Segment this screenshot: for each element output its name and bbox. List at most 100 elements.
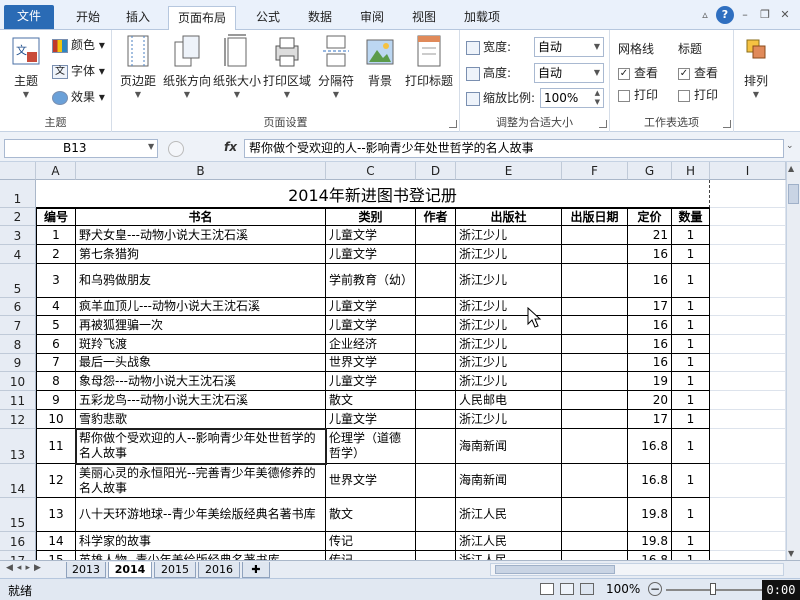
cell-id[interactable]: 4 [36, 298, 76, 316]
cell-publish-date[interactable] [562, 354, 628, 372]
gridlines-print-checkbox[interactable]: 打印 [618, 86, 658, 104]
vertical-scroll-thumb[interactable] [788, 184, 799, 204]
scroll-up-icon[interactable]: ▲ [788, 164, 794, 173]
print-area-button[interactable]: 打印区域 ▼ [262, 34, 312, 99]
cell-quantity[interactable]: 1 [672, 464, 710, 498]
sheet-tab-2015[interactable]: 2015 [154, 562, 196, 578]
page-setup-launcher[interactable] [449, 120, 457, 128]
cell-book-name[interactable]: 和乌鸦做朋友 [76, 264, 326, 298]
cell-empty[interactable] [710, 208, 786, 226]
cell-publish-date[interactable] [562, 264, 628, 298]
expand-formula-icon[interactable]: ⌄ [786, 141, 794, 151]
cell-empty[interactable] [710, 335, 786, 354]
zoom-slider-thumb[interactable] [710, 583, 716, 595]
tab-file[interactable]: 文件 [4, 5, 54, 29]
cell-price[interactable]: 16 [628, 264, 672, 298]
cell-publisher[interactable]: 浙江少儿 [456, 372, 562, 391]
cell-quantity[interactable]: 1 [672, 498, 710, 532]
zoom-level[interactable]: 100% [606, 582, 640, 596]
cell-publisher[interactable]: 浙江少儿 [456, 410, 562, 429]
select-all-corner[interactable] [0, 162, 36, 180]
cell-quantity[interactable]: 1 [672, 391, 710, 410]
cell-price[interactable]: 16 [628, 335, 672, 354]
column-header-g[interactable]: G [628, 162, 672, 180]
cell-publisher[interactable]: 人民邮电 [456, 391, 562, 410]
themes-button[interactable]: 文 主题 ▼ [2, 34, 50, 99]
tab-insert[interactable]: 插入 [116, 6, 160, 30]
print-titles-button[interactable]: 打印标题 [400, 34, 458, 89]
cell-author[interactable] [416, 335, 456, 354]
cell-book-name[interactable]: 八十天环游地球--青少年美绘版经典名著书库 [76, 498, 326, 532]
cell-empty[interactable] [710, 316, 786, 335]
cell-id[interactable]: 2 [36, 245, 76, 264]
scale-stepper[interactable]: 100% ▲ ▼ [540, 88, 604, 108]
cell-empty[interactable] [710, 372, 786, 391]
cell-price[interactable]: 20 [628, 391, 672, 410]
cell-publish-date[interactable] [562, 298, 628, 316]
colors-button[interactable]: 颜色 ▾ [52, 36, 105, 54]
cell-empty[interactable] [710, 354, 786, 372]
width-dropdown[interactable]: 自动 ▼ [534, 37, 604, 57]
sheet-tab-2013[interactable]: 2013 [66, 562, 106, 578]
row-header[interactable]: 3 [0, 226, 36, 245]
row-header[interactable]: 2 [0, 208, 36, 226]
cell-book-name[interactable]: 最后一头战象 [76, 354, 326, 372]
tab-view[interactable]: 视图 [402, 6, 446, 30]
cell-book-name[interactable]: 斑羚飞渡 [76, 335, 326, 354]
cell-price[interactable]: 19.8 [628, 532, 672, 551]
cell-book-name[interactable]: 科学家的故事 [76, 532, 326, 551]
cell-publish-date[interactable] [562, 464, 628, 498]
cell-quantity[interactable]: 1 [672, 245, 710, 264]
cell-empty[interactable] [710, 391, 786, 410]
cell-category[interactable]: 儿童文学 [326, 226, 416, 245]
header-cell[interactable]: 类别 [326, 208, 416, 226]
cell-author[interactable] [416, 226, 456, 245]
page-layout-view-icon[interactable] [560, 583, 574, 595]
cell-quantity[interactable]: 1 [672, 264, 710, 298]
window-minimize-icon[interactable]: – [736, 6, 754, 24]
cell-category[interactable]: 散文 [326, 391, 416, 410]
cell-empty[interactable] [710, 532, 786, 551]
cell-id[interactable]: 15 [36, 551, 76, 560]
cell-publisher[interactable]: 浙江少儿 [456, 226, 562, 245]
cell-author[interactable] [416, 429, 456, 464]
row-header[interactable]: 10 [0, 372, 36, 391]
cell-category[interactable]: 儿童文学 [326, 410, 416, 429]
cell-publish-date[interactable] [562, 532, 628, 551]
cell-category[interactable]: 世界文学 [326, 464, 416, 498]
column-header-f[interactable]: F [562, 162, 628, 180]
column-header-i[interactable]: I [710, 162, 786, 180]
cell-author[interactable] [416, 410, 456, 429]
row-header[interactable]: 8 [0, 335, 36, 354]
tab-formulas[interactable]: 公式 [246, 6, 290, 30]
cell-publisher[interactable]: 浙江少儿 [456, 354, 562, 372]
cell-book-name[interactable]: 英雄人物--青少年美绘版经典名著书库 [76, 551, 326, 560]
cell-category[interactable]: 企业经济 [326, 335, 416, 354]
cell-publisher[interactable]: 浙江少儿 [456, 335, 562, 354]
cell-quantity[interactable]: 1 [672, 532, 710, 551]
cell-id[interactable]: 8 [36, 372, 76, 391]
cell-empty[interactable] [710, 551, 786, 560]
cell-book-name[interactable]: 野犬女皇---动物小说大王沈石溪 [76, 226, 326, 245]
row-header[interactable]: 16 [0, 532, 36, 551]
headings-print-checkbox[interactable]: 打印 [678, 86, 718, 104]
cell-author[interactable] [416, 264, 456, 298]
cell-publish-date[interactable] [562, 410, 628, 429]
cell-category[interactable]: 传记 [326, 532, 416, 551]
row-header[interactable]: 14 [0, 464, 36, 498]
cell-publish-date[interactable] [562, 429, 628, 464]
name-box[interactable]: B13 [4, 139, 158, 158]
fonts-button[interactable]: 文字体 ▾ [52, 62, 105, 80]
row-header[interactable]: 17 [0, 551, 36, 560]
margins-button[interactable]: 页边距 ▼ [114, 34, 162, 99]
cell-category[interactable]: 伦理学（道德哲学） [326, 429, 416, 464]
row-header[interactable]: 6 [0, 298, 36, 316]
tab-data[interactable]: 数据 [298, 6, 342, 30]
row-header[interactable]: 7 [0, 316, 36, 335]
header-cell[interactable]: 书名 [76, 208, 326, 226]
cell-author[interactable] [416, 551, 456, 560]
cell-author[interactable] [416, 372, 456, 391]
cell-author[interactable] [416, 391, 456, 410]
breaks-button[interactable]: 分隔符 ▼ [312, 34, 360, 99]
cell-id[interactable]: 10 [36, 410, 76, 429]
